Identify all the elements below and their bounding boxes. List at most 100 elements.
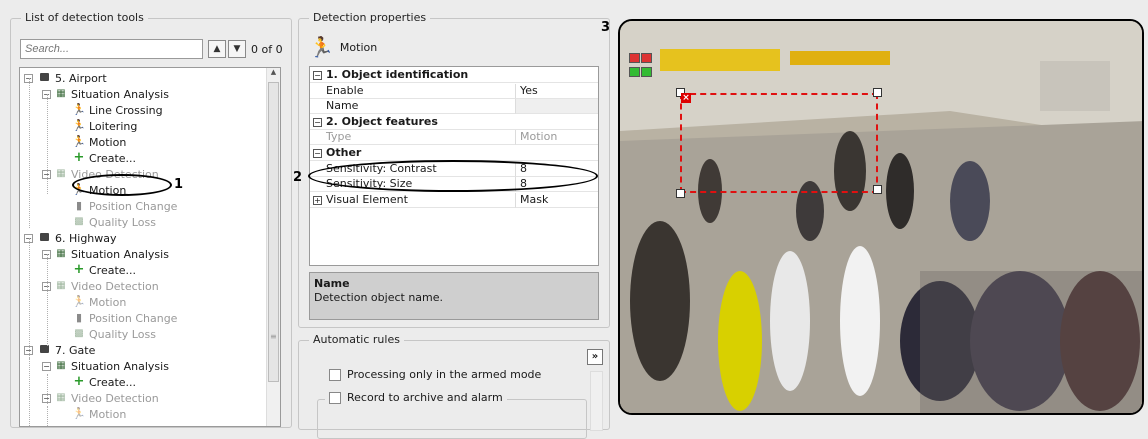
tree-item-label: 7. Gate (55, 343, 96, 357)
tree-item[interactable]: −7. Gate (24, 342, 95, 358)
search-next-button[interactable]: ▼ (228, 40, 246, 58)
property-category[interactable]: −1. Object identification (310, 68, 598, 83)
area-handle-bottom-right[interactable] (873, 185, 882, 194)
video-detection-icon: ▦ (56, 280, 66, 291)
record-checkbox[interactable] (329, 391, 341, 404)
record-option[interactable]: Record to archive and alarm (325, 391, 507, 404)
video-scene (620, 21, 1142, 413)
tree-item[interactable]: ▩ Quality Loss (60, 326, 156, 342)
property-label: Name (326, 99, 359, 113)
plus-icon: + (73, 374, 85, 389)
detection-tools-title: List of detection tools (21, 11, 148, 24)
tree-item[interactable]: − ▦ Video Detection (42, 278, 159, 294)
property-description: Name Detection object name. (309, 272, 599, 320)
search-input[interactable] (20, 39, 203, 59)
rules-scrollbar[interactable] (590, 371, 603, 431)
tree-item[interactable]: 🏃 Loitering (60, 118, 137, 134)
collapse-toggle-icon[interactable]: − (313, 71, 322, 80)
property-description-title: Name (314, 277, 350, 290)
expand-toggle-icon[interactable]: + (313, 195, 322, 205)
armed-mode-checkbox[interactable] (329, 368, 341, 381)
video-detection-icon: ▦ (56, 168, 66, 179)
position-change-icon: ▮ (75, 311, 83, 324)
camera-video-view[interactable]: × (618, 19, 1144, 415)
detection-area-rectangle[interactable] (680, 93, 878, 193)
callout-number-1: 1 (174, 177, 184, 192)
callout-ellipse-1 (72, 174, 172, 196)
tree-item-label: Video Detection (71, 391, 159, 405)
scroll-grip-icon: ≡ (270, 332, 277, 341)
tree-item-label: Quality Loss (89, 327, 156, 341)
area-handle-top-right[interactable] (873, 88, 882, 97)
property-value[interactable] (516, 99, 598, 115)
property-value[interactable]: Mask (516, 193, 598, 208)
callout-ellipse-2 (308, 160, 598, 192)
tree-item[interactable]: −6. Highway (24, 230, 117, 246)
tree-item[interactable]: 🏃 Line Crossing (60, 102, 162, 118)
tree-item[interactable]: − ▦ Video Detection (42, 390, 159, 406)
search-prev-button[interactable]: ▲ (208, 40, 226, 58)
property-row[interactable]: + Visual Element Mask (310, 192, 598, 208)
scroll-up-icon[interactable]: ▲ (267, 68, 280, 81)
tree-scrollbar[interactable]: ▲ ≡ (266, 68, 280, 426)
running-man-icon: 🏃 (72, 135, 86, 148)
armed-mode-option[interactable]: Processing only in the armed mode (329, 368, 541, 381)
callout-number-2: 2 (293, 170, 303, 185)
position-change-icon: ▮ (75, 199, 83, 212)
detection-tools-tree[interactable]: −5. Airport − ▦ Situation Analysis 🏃 Line Cro… (19, 67, 281, 427)
properties-tool-name: Motion (339, 40, 378, 54)
collapse-toggle-icon[interactable]: − (42, 361, 51, 371)
property-category[interactable]: − Other (310, 146, 598, 161)
running-man-icon: 🏃 (309, 35, 334, 59)
property-value[interactable]: Motion (516, 130, 598, 146)
property-label: Type (326, 130, 352, 144)
rules-expand-button[interactable]: » (587, 349, 603, 365)
running-man-icon: 🏃 (72, 407, 86, 420)
tree-connector (29, 238, 30, 358)
camera-icon (36, 232, 52, 244)
plus-icon: + (73, 150, 85, 165)
collapse-toggle-icon[interactable]: − (313, 149, 322, 158)
tree-item[interactable]: + Create... (60, 150, 137, 166)
tree-item[interactable]: − ▦ Situation Analysis (42, 246, 169, 262)
area-handle-bottom-left[interactable] (676, 189, 685, 198)
tree-item[interactable]: −5. Airport (24, 70, 107, 86)
tree-item[interactable]: + Create... (60, 374, 137, 390)
delete-area-icon[interactable]: × (681, 93, 691, 103)
property-category[interactable]: −2. Object features (310, 115, 598, 130)
property-value (516, 146, 598, 161)
tree-item-label: Motion (89, 295, 127, 309)
tree-item-label: Position Change (89, 199, 178, 213)
tree-item[interactable]: − ▦ Situation Analysis (42, 86, 169, 102)
armed-mode-label: Processing only in the armed mode (347, 368, 542, 381)
tree-item-label: Create... (89, 375, 137, 389)
armed-indicator-icon (629, 67, 640, 77)
tree-item[interactable]: − ▦ Situation Analysis (42, 358, 169, 374)
collapse-toggle-icon[interactable]: − (313, 117, 322, 127)
video-detection-icon: ▦ (56, 392, 66, 403)
tree-connector (47, 286, 48, 346)
tree-item[interactable]: ▩ Quality Loss (60, 214, 156, 230)
property-row[interactable]: Name (310, 99, 598, 115)
running-man-icon: 🏃 (72, 103, 86, 116)
tree-item[interactable]: 🏃 Motion (60, 294, 126, 310)
tree-item[interactable]: ▮ Position Change (60, 310, 177, 326)
tree-item-label: Loitering (89, 119, 138, 133)
properties-header: 🏃 Motion (309, 33, 377, 61)
record-label: Record to archive and alarm (347, 391, 503, 404)
tree-item[interactable]: 🏃 Motion (60, 406, 126, 422)
property-row[interactable]: Enable Yes (310, 83, 598, 99)
property-description-text: Detection object name. (314, 291, 444, 304)
tree-item[interactable]: 🏃 Motion (60, 134, 126, 150)
record-group (317, 399, 587, 439)
search-match-count: 0 of 0 (251, 43, 283, 56)
chevron-up-icon: ▲ (213, 44, 221, 54)
property-row[interactable]: Type Motion (310, 130, 598, 146)
tree-item[interactable]: + Create... (60, 262, 137, 278)
tree-item-label: Create... (89, 151, 137, 165)
property-value (516, 115, 598, 130)
tree-item[interactable]: ▮ Position Change (60, 198, 177, 214)
armed-indicator-icon (641, 67, 652, 77)
camera-icon (36, 344, 52, 356)
property-value[interactable]: Yes (516, 84, 598, 99)
